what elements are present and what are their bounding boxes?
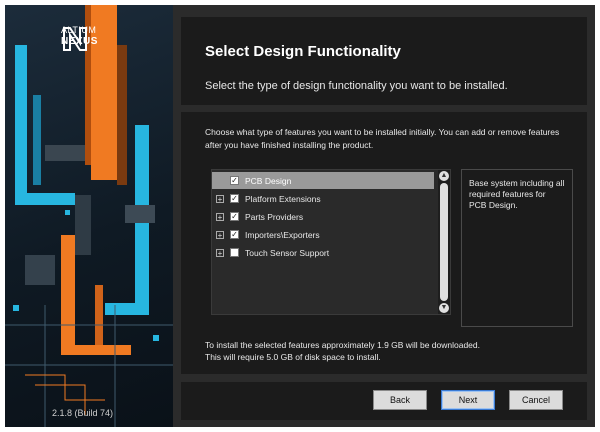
tree-item-platform-extensions[interactable]: + ✓ Platform Extensions (212, 190, 434, 207)
expand-icon[interactable]: + (216, 194, 224, 203)
next-button[interactable]: Next (441, 390, 495, 410)
tree-item-label: Parts Providers (245, 211, 304, 222)
checkbox[interactable]: ✓ (230, 212, 239, 221)
page-title: Select Design Functionality (205, 43, 401, 60)
tree-item-parts-providers[interactable]: + ✓ Parts Providers (212, 208, 434, 225)
expand-icon[interactable]: + (216, 230, 224, 239)
circuit-artwork (5, 5, 173, 427)
header-panel: Select Design Functionality Select the t… (181, 17, 587, 105)
installer-window: ALTIUM NEXUS 2.1.8 (Build 74) Select Des… (5, 5, 595, 427)
tree-item-pcb-design[interactable]: ✓ PCB Design (212, 172, 434, 189)
scroll-down-icon[interactable]: ▼ (439, 303, 449, 313)
version-label: 2.1.8 (Build 74) (52, 408, 114, 418)
tree-item-label: Touch Sensor Support (245, 247, 330, 258)
tree-item-label: Importers\Exporters (245, 229, 320, 240)
logo-mark-icon (63, 27, 87, 51)
checkbox[interactable]: ✓ (230, 230, 239, 239)
checkbox-unchecked[interactable] (230, 248, 239, 257)
checkbox[interactable]: ✓ (230, 176, 239, 185)
page-subtitle: Select the type of design functionality … (205, 80, 508, 92)
expand-icon[interactable]: + (216, 212, 224, 221)
altium-nexus-logo: ALTIUM NEXUS (61, 25, 98, 51)
cancel-button[interactable]: Cancel (509, 390, 563, 410)
button-bar: Back Next Cancel (181, 382, 587, 420)
expand-icon[interactable]: + (216, 248, 224, 257)
artwork-panel: ALTIUM NEXUS 2.1.8 (Build 74) (5, 5, 173, 427)
tree-scrollbar[interactable]: ▲ ▼ (438, 170, 450, 314)
content-panel: Choose what type of features you want to… (181, 112, 587, 374)
download-size-text: To install the selected features approxi… (205, 340, 480, 350)
download-info: To install the selected features approxi… (205, 339, 575, 363)
feature-tree[interactable]: ✓ PCB Design + ✓ Platform Extensions + ✓… (211, 169, 451, 315)
checkbox[interactable]: ✓ (230, 194, 239, 203)
disk-space-text: This will require 5.0 GB of disk space t… (205, 352, 381, 362)
tree-item-touch-sensor-support[interactable]: + Touch Sensor Support (212, 244, 434, 261)
tree-item-label: Platform Extensions (245, 193, 321, 204)
feature-description-box: Base system including all required featu… (461, 169, 573, 327)
scroll-up-icon[interactable]: ▲ (439, 171, 449, 181)
back-button[interactable]: Back (373, 390, 427, 410)
scroll-thumb[interactable] (440, 183, 448, 301)
tree-item-importers-exporters[interactable]: + ✓ Importers\Exporters (212, 226, 434, 243)
intro-text: Choose what type of features you want to… (205, 127, 560, 150)
feature-description: Base system including all required featu… (469, 178, 565, 210)
tree-item-label: PCB Design (245, 175, 292, 186)
